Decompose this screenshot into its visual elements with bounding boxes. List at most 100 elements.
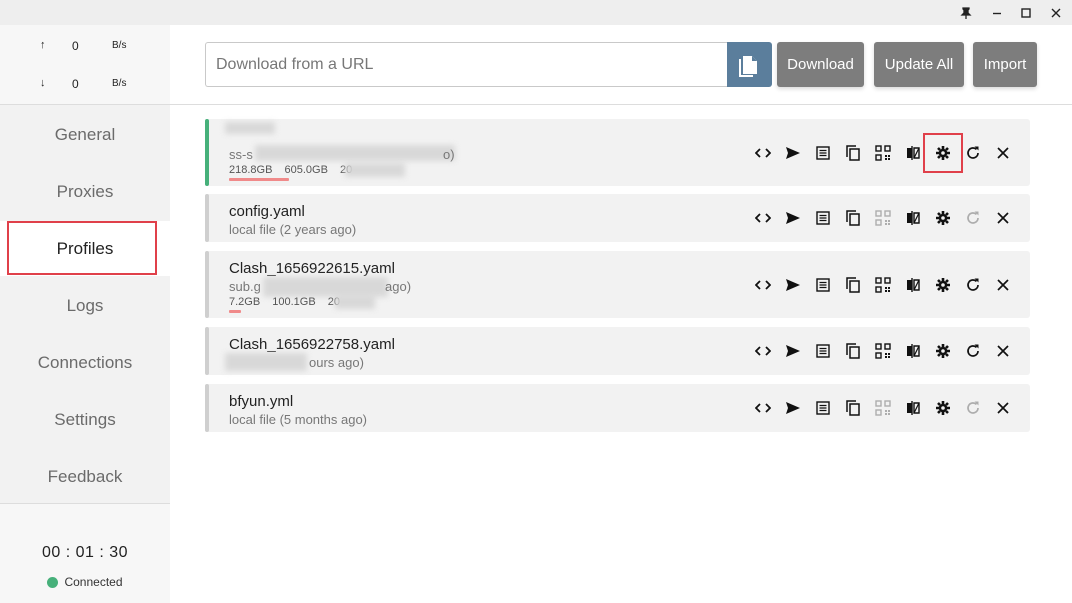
redacted-date <box>335 295 375 309</box>
gear-icon[interactable] <box>928 203 958 233</box>
paste-icon <box>738 55 757 77</box>
paste-button[interactable] <box>727 42 772 87</box>
upload-value: 0 <box>72 39 79 53</box>
profile-status-bar <box>205 194 209 242</box>
download-unit: B/s <box>112 78 127 89</box>
nav-profiles[interactable]: Profiles <box>0 221 170 276</box>
list-icon[interactable] <box>808 203 838 233</box>
profile-card[interactable]: bfyun.yml local file (5 months ago) <box>205 384 1030 432</box>
qrcode-icon[interactable] <box>868 336 898 366</box>
list-icon[interactable] <box>808 138 838 168</box>
profile-subtitle: ss-s <box>229 147 253 162</box>
nav-settings[interactable]: Settings <box>0 392 170 447</box>
copy-icon[interactable] <box>838 336 868 366</box>
profiles-header: Download Update All Import <box>170 25 1072 105</box>
code-icon[interactable] <box>748 203 778 233</box>
send-icon[interactable] <box>778 393 808 423</box>
upload-arrow-icon: ↑ <box>40 39 46 51</box>
nav-feedback[interactable]: Feedback <box>0 449 170 504</box>
gear-icon[interactable] <box>923 132 963 173</box>
copy-icon[interactable] <box>838 138 868 168</box>
code-icon[interactable] <box>748 393 778 423</box>
nav-proxies[interactable]: Proxies <box>0 164 170 219</box>
profile-status-bar <box>205 384 209 432</box>
redacted-url <box>255 145 455 161</box>
usage-progress-bar <box>229 178 289 181</box>
close-icon[interactable] <box>988 270 1018 300</box>
nav-general[interactable]: General <box>0 107 170 162</box>
code-icon[interactable] <box>748 336 778 366</box>
url-input[interactable] <box>205 42 727 87</box>
compare-icon[interactable] <box>898 203 928 233</box>
download-arrow-icon: ↓ <box>40 77 46 89</box>
usage-used: 7.2GB <box>229 296 261 308</box>
profile-name: config.yaml <box>229 203 305 220</box>
upload-unit: B/s <box>112 40 127 51</box>
profile-card[interactable]: config.yaml local file (2 years ago) <box>205 194 1030 242</box>
profile-name: bfyun.yml <box>229 393 294 410</box>
send-icon[interactable] <box>778 270 808 300</box>
gear-icon[interactable] <box>928 336 958 366</box>
list-icon[interactable] <box>808 393 838 423</box>
close-icon[interactable] <box>988 138 1018 168</box>
compare-icon[interactable] <box>898 270 928 300</box>
list-icon[interactable] <box>808 270 838 300</box>
profile-subtitle: local file (5 months ago) <box>229 412 368 427</box>
profile-subtitle-tail: ago) <box>385 279 412 294</box>
profile-card[interactable]: Clash_1656922615.yaml sub.g ago) 7.2GB 1… <box>205 251 1030 318</box>
refresh-icon[interactable] <box>958 270 988 300</box>
connection-label: Connected <box>64 575 123 589</box>
profile-subtitle: local file (2 years ago) <box>229 222 357 237</box>
profile-actions <box>748 327 1018 375</box>
refresh-icon[interactable] <box>958 138 988 168</box>
connection-status: Connected <box>0 575 170 589</box>
compare-icon[interactable] <box>898 336 928 366</box>
compare-icon[interactable] <box>898 138 928 168</box>
profile-usage: 7.2GB 100.1GB 20 <box>229 296 349 308</box>
traffic-panel: ↑ 0 B/s ↓ 0 B/s <box>0 25 170 105</box>
send-icon[interactable] <box>778 138 808 168</box>
usage-used: 218.8GB <box>229 164 273 176</box>
list-icon[interactable] <box>808 336 838 366</box>
usage-total: 605.0GB <box>284 164 328 176</box>
download-speed: ↓ 0 B/s <box>0 75 170 95</box>
code-icon[interactable] <box>748 270 778 300</box>
nav-connections[interactable]: Connections <box>0 335 170 390</box>
pin-icon[interactable] <box>952 0 980 25</box>
close-icon[interactable] <box>988 203 1018 233</box>
refresh-icon[interactable] <box>958 336 988 366</box>
close-icon[interactable] <box>988 393 1018 423</box>
nav-logs[interactable]: Logs <box>0 278 170 333</box>
copy-icon[interactable] <box>838 203 868 233</box>
close-icon[interactable] <box>1042 0 1070 25</box>
download-button[interactable]: Download <box>777 42 864 87</box>
qrcode-icon[interactable] <box>868 138 898 168</box>
usage-progress-bar <box>229 310 241 313</box>
minimize-icon[interactable] <box>983 0 1011 25</box>
gear-icon[interactable] <box>928 270 958 300</box>
send-icon[interactable] <box>778 336 808 366</box>
status-panel: 00 : 01 : 30 Connected <box>0 503 170 603</box>
qrcode-icon <box>868 393 898 423</box>
profile-name: Clash_1656922758.yaml <box>229 336 395 353</box>
profile-status-bar <box>205 327 209 375</box>
uptime-clock: 00 : 01 : 30 <box>41 544 129 561</box>
maximize-icon[interactable] <box>1012 0 1040 25</box>
code-icon[interactable] <box>748 138 778 168</box>
copy-icon[interactable] <box>838 393 868 423</box>
upload-speed: ↑ 0 B/s <box>0 37 170 57</box>
close-icon[interactable] <box>988 336 1018 366</box>
send-icon[interactable] <box>778 203 808 233</box>
gear-icon[interactable] <box>928 393 958 423</box>
import-button[interactable]: Import <box>973 42 1037 87</box>
profile-card[interactable]: ss-s o) 218.8GB 605.0GB 20 <box>205 119 1030 186</box>
qrcode-icon[interactable] <box>868 270 898 300</box>
update-all-button[interactable]: Update All <box>874 42 964 87</box>
redacted-name <box>225 122 275 134</box>
profile-status-bar <box>205 251 209 318</box>
compare-icon[interactable] <box>898 393 928 423</box>
profile-card[interactable]: Clash_1656922758.yaml ours ago) <box>205 327 1030 375</box>
profile-subtitle-tail: o) <box>443 147 455 162</box>
profile-usage: 218.8GB 605.0GB 20 <box>229 164 361 176</box>
copy-icon[interactable] <box>838 270 868 300</box>
